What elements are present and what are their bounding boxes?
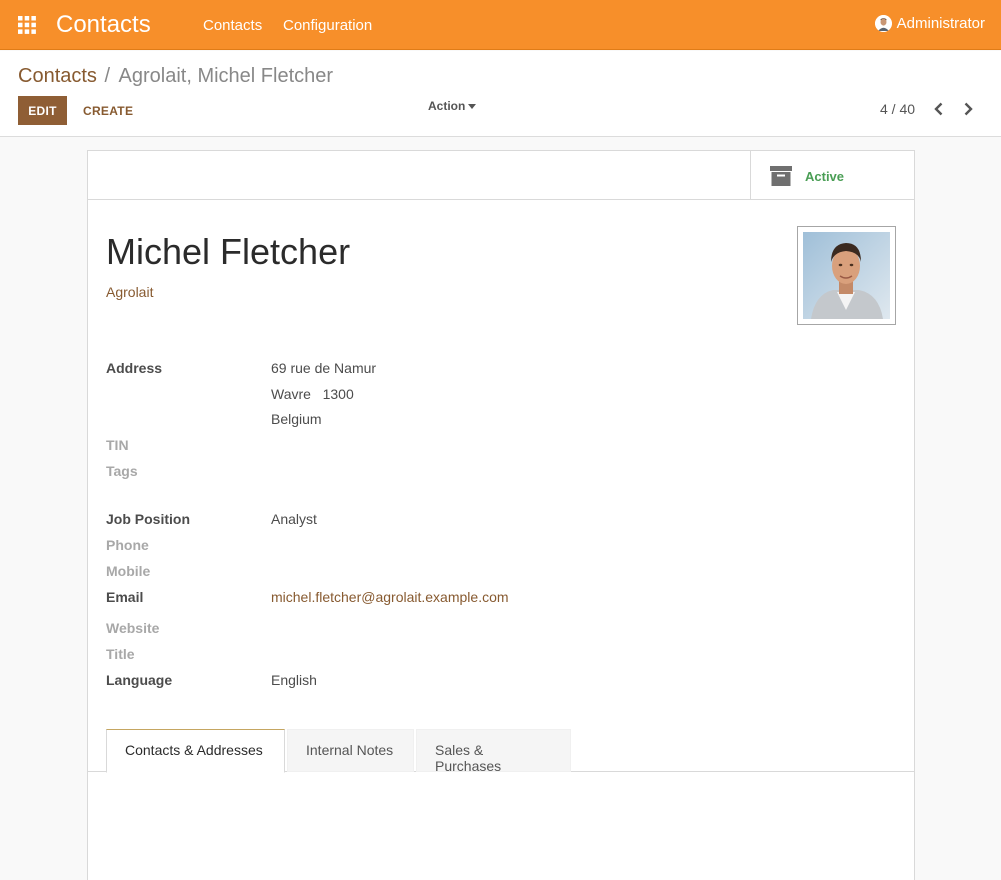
- caret-down-icon: [468, 103, 477, 109]
- mobile-label: Mobile: [106, 563, 151, 579]
- language-value: English: [271, 672, 317, 688]
- smart-button-box: Active: [88, 151, 914, 200]
- contact-name: Michel Fletcher: [106, 231, 351, 272]
- phone-label: Phone: [106, 537, 149, 553]
- email-label: Email: [106, 589, 144, 605]
- breadcrumb-parent-link[interactable]: Contacts: [18, 65, 97, 87]
- address-city-zip: Wavre 1300: [271, 386, 354, 402]
- address-country: Belgium: [271, 411, 322, 427]
- tab-internal-notes[interactable]: Internal Notes: [287, 729, 414, 772]
- tab-sales-purchases[interactable]: Sales & Purchases: [416, 729, 571, 774]
- language-label: Language: [106, 672, 173, 688]
- active-status-label: Active: [805, 169, 845, 184]
- active-toggle-button[interactable]: Active: [750, 151, 914, 200]
- create-button[interactable]: CREATE: [80, 96, 136, 125]
- breadcrumb: Contacts / Agrolait, Michel Fletcher: [18, 65, 333, 88]
- archive-icon: [770, 166, 792, 186]
- address-label: Address: [106, 360, 163, 376]
- job-position-label: Job Position: [106, 511, 190, 527]
- job-position-value: Analyst: [271, 511, 317, 527]
- edit-button[interactable]: EDIT: [18, 96, 67, 125]
- title-label: Title: [106, 646, 135, 662]
- user-avatar-icon: [874, 15, 892, 32]
- pager-value: 4 / 40: [880, 101, 916, 117]
- menu-configuration[interactable]: Configuration: [283, 17, 372, 34]
- website-label: Website: [106, 620, 160, 636]
- tab-contacts-addresses[interactable]: Contacts & Addresses: [106, 729, 285, 773]
- form-sheet: Active Michel Fletcher Agrolait Address …: [87, 150, 915, 880]
- top-navbar: Contacts Contacts Configuration Administ…: [0, 0, 1001, 50]
- company-link[interactable]: Agrolait: [106, 284, 153, 300]
- action-dropdown[interactable]: Action: [428, 99, 477, 113]
- user-menu[interactable]: Administrator: [874, 15, 985, 32]
- action-label: Action: [428, 99, 466, 113]
- tin-label: TIN: [106, 437, 129, 453]
- chevron-right-icon[interactable]: [960, 100, 976, 118]
- tags-label: Tags: [106, 463, 138, 479]
- control-panel: Contacts / Agrolait, Michel Fletcher EDI…: [0, 51, 1001, 137]
- breadcrumb-separator: /: [104, 65, 111, 87]
- contact-photo[interactable]: [797, 226, 896, 325]
- menu-contacts[interactable]: Contacts: [203, 17, 262, 34]
- address-street: 69 rue de Namur: [271, 360, 377, 376]
- app-title: Contacts: [56, 11, 151, 38]
- email-link[interactable]: michel.fletcher@agrolait.example.com: [271, 589, 509, 605]
- chevron-left-icon[interactable]: [931, 100, 947, 118]
- user-name: Administrator: [896, 15, 985, 32]
- breadcrumb-current: Agrolait, Michel Fletcher: [118, 65, 334, 87]
- apps-grid-icon[interactable]: [17, 15, 37, 35]
